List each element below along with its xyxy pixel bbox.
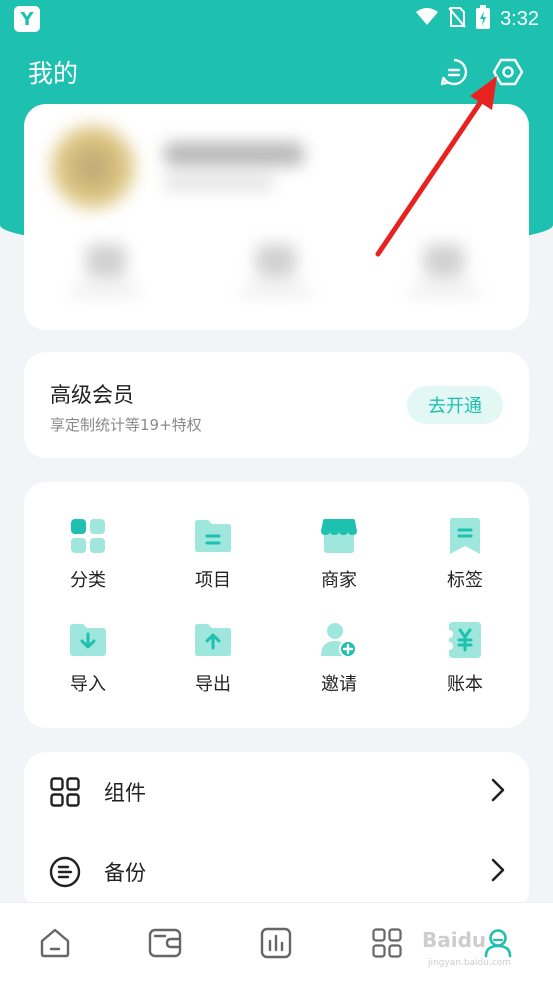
import-icon: [68, 620, 108, 660]
apps-grid-icon[interactable]: [367, 923, 407, 963]
baidu-watermark: Baidu: [422, 928, 487, 952]
tag-icon: [445, 516, 485, 556]
grid-item-export[interactable]: 导出: [163, 620, 263, 704]
avatar: [50, 124, 136, 210]
list-item-backup[interactable]: 备份: [24, 832, 529, 912]
store-icon: [319, 516, 359, 556]
blurred-stat-label: [409, 286, 479, 296]
membership-subtitle: 享定制统计等19+特权: [50, 416, 202, 434]
settings-list-card: 组件 备份: [24, 752, 529, 912]
blurred-user-subtitle: [164, 176, 274, 190]
grid-item-label: 分类: [70, 570, 106, 591]
page-title: 我的: [28, 59, 79, 88]
grid-item-import[interactable]: 导入: [38, 620, 138, 704]
chevron-right-icon: [491, 778, 505, 806]
blurred-stat: [424, 244, 464, 278]
settings-icon[interactable]: [491, 55, 525, 89]
blurred-profile-content: [24, 104, 529, 330]
blurred-username: [164, 142, 304, 166]
backup-icon: [48, 855, 82, 889]
blurred-stat: [86, 244, 126, 278]
blurred-stat-label: [241, 286, 311, 296]
activate-membership-button[interactable]: 去开通: [407, 386, 503, 424]
battery-icon: [476, 5, 491, 33]
grid-item-label: 导入: [70, 674, 106, 695]
grid-item-label: 标签: [447, 570, 483, 591]
status-bar: Y 3:32: [0, 0, 553, 38]
grid-item-invite[interactable]: 邀请: [289, 620, 389, 704]
chevron-right-icon: [491, 858, 505, 886]
invite-user-icon: [319, 620, 359, 660]
feature-grid-card: 分类 项目 商家 标签 导入 导出 邀请 账本: [24, 482, 529, 728]
list-item-label: 备份: [104, 861, 146, 885]
chart-icon[interactable]: [256, 923, 296, 963]
membership-card[interactable]: 高级会员 享定制统计等19+特权 去开通: [24, 352, 529, 458]
home-icon[interactable]: [35, 923, 75, 963]
app-notification-icon: Y: [14, 6, 40, 32]
status-time: 3:32: [500, 7, 539, 30]
title-bar: 我的: [0, 48, 553, 96]
blurred-stat: [256, 244, 296, 278]
category-icon: [68, 516, 108, 556]
membership-title: 高级会员: [50, 383, 134, 407]
project-folder-icon: [193, 516, 233, 556]
grid-item-tag[interactable]: 标签: [415, 516, 515, 600]
wallet-icon[interactable]: [145, 923, 185, 963]
grid-item-label: 导出: [195, 674, 231, 695]
export-icon: [193, 620, 233, 660]
grid-item-category[interactable]: 分类: [38, 516, 138, 600]
grid-item-ledger[interactable]: 账本: [415, 620, 515, 704]
baidu-watermark-url: jingyan.baidu.com: [428, 958, 512, 968]
wifi-icon: [416, 8, 439, 30]
grid-item-project[interactable]: 项目: [163, 516, 263, 600]
message-icon[interactable]: [437, 55, 471, 89]
grid-item-label: 商家: [321, 570, 357, 591]
ledger-icon: [445, 620, 485, 660]
list-item-label: 组件: [104, 781, 146, 805]
grid-item-label: 账本: [447, 674, 483, 695]
profile-card[interactable]: [24, 104, 529, 330]
widget-grid-icon: [48, 775, 82, 809]
grid-item-merchant[interactable]: 商家: [289, 516, 389, 600]
blurred-stat-label: [71, 286, 141, 296]
no-sim-icon: [448, 6, 466, 32]
grid-item-label: 邀请: [321, 674, 357, 695]
list-item-widgets[interactable]: 组件: [24, 752, 529, 832]
grid-item-label: 项目: [195, 570, 231, 591]
